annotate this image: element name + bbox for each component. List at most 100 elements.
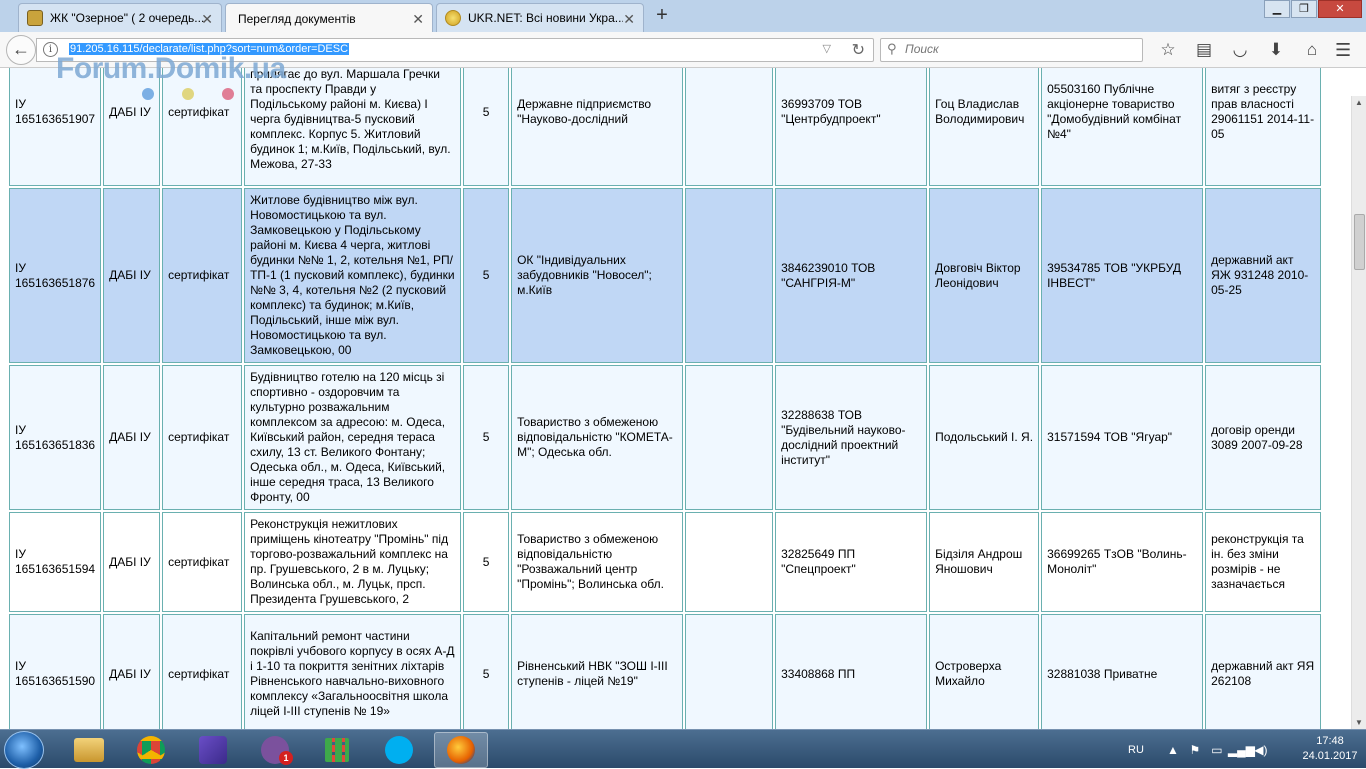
cell-designer: 32288638 ТОВ "Будівельний науково-дослід… [775, 365, 928, 510]
close-tab-icon[interactable]: ✕ [201, 11, 213, 28]
cell-builder: 39534785 ТОВ "УКРБУД ІНВЕСТ" [1041, 188, 1204, 363]
page-content: ІУ 165163651907ДАБІ ІУсертифікатрайоні (… [0, 68, 1351, 729]
cell-authority: ДАБІ ІУ [103, 365, 161, 510]
red-dot-icon [222, 88, 234, 100]
cell-supervisor: Бідзіля Андрош Яношович [929, 512, 1040, 612]
scrollbar-thumb[interactable] [1354, 214, 1365, 270]
cell-land-document: державний акт ЯЯ 262108 [1205, 614, 1322, 729]
documents-table: ІУ 165163651907ДАБІ ІУсертифікатрайоні (… [7, 68, 1323, 729]
cell-land-document: державний акт ЯЖ 931248 2010-05-25 [1205, 188, 1322, 363]
cell-document-id: ІУ 165163651876 [9, 188, 102, 363]
cell-supervisor: Подольський І. Я. [929, 365, 1040, 510]
table-row[interactable]: ІУ 165163651876 ДАБІ ІУ сертифікат Житлове … [9, 188, 1322, 363]
network-signal-icon[interactable]: ▂▄▆ [1228, 743, 1255, 757]
scroll-up-arrow-icon[interactable]: ▲ [1355, 98, 1363, 107]
cell-authority: ДАБІ ІУ [103, 188, 161, 363]
firefox-taskbar-button[interactable] [434, 732, 488, 768]
watermark-logo: Forum.Domik.ua [56, 52, 286, 85]
search-bar[interactable]: ⚲ [880, 38, 1143, 62]
cell-category: 5 [463, 512, 510, 612]
skype-taskbar-button[interactable] [372, 732, 426, 768]
cell-document-id: ІУ 165163651590 [9, 614, 102, 729]
tab-perehliad-dokumentiv[interactable]: Перегляд документів ✕ [225, 3, 433, 33]
cell-category: 5 [463, 614, 510, 729]
close-tab-icon[interactable]: ✕ [412, 11, 424, 28]
cell-land-document: витяг з реєстру прав власності 29061151 … [1205, 68, 1322, 186]
system-clock[interactable]: 17:48 24.01.2017 [1300, 734, 1360, 764]
cell-customer: Товариство з обмеженою відповідальністю … [511, 365, 684, 510]
maximize-button[interactable]: ❐ [1291, 0, 1317, 18]
back-button[interactable]: ← [6, 35, 36, 65]
monitor-icon[interactable]: ▭ [1206, 743, 1228, 757]
volume-icon[interactable]: ◀) [1250, 743, 1272, 757]
chrome-icon [137, 736, 165, 764]
history-dropdown-icon[interactable]: ▽ [823, 42, 831, 55]
cell-document-id: ІУ 165163651836 [9, 365, 102, 510]
search-input[interactable] [905, 42, 1135, 56]
cell-category: 5 [463, 365, 510, 510]
viber-taskbar-button[interactable]: 1 [248, 732, 302, 768]
pocket-icon[interactable]: ◡ [1222, 40, 1258, 60]
menu-icon[interactable]: ☰ [1335, 40, 1351, 61]
cell-designer: 32825649 ПП "Спецпроект" [775, 512, 928, 612]
cell-customer: Товариство з обмеженою відповідальністю … [511, 512, 684, 612]
cell-builder: 05503160 Публічне акціонерне товариство … [1041, 68, 1204, 186]
cell-contractor [685, 68, 774, 186]
apps-taskbar-button[interactable] [310, 732, 364, 768]
watermark-dots [142, 88, 262, 100]
show-hidden-icons-icon[interactable]: ▲ [1162, 743, 1184, 757]
explorer-taskbar-button[interactable] [62, 732, 116, 768]
start-button[interactable] [4, 731, 44, 769]
cell-document-type: сертифікат [162, 512, 243, 612]
language-indicator[interactable]: RU [1128, 744, 1144, 756]
tab-title: ЖК "Озерное" ( 2 очередь... [50, 11, 205, 25]
cell-customer: Державне підприємство "Науково-дослідний [511, 68, 684, 186]
tab-zhk-ozernoe[interactable]: ЖК "Озерное" ( 2 очередь... ✕ [18, 3, 222, 32]
download-icon[interactable]: ⬇ [1258, 40, 1294, 60]
cell-land-document: реконструкція та ін. без зміни розмірів … [1205, 512, 1322, 612]
table-row[interactable]: ІУ 165163651836 ДАБІ ІУ сертифікат Будівниц… [9, 365, 1322, 510]
cell-supervisor: Гоц Владислав Володимирович [929, 68, 1040, 186]
cell-builder: 31571594 ТОВ "Ягуар" [1041, 365, 1204, 510]
table-row[interactable]: ІУ 165163651590 ДАБІ ІУ сертифікат Капіталь… [9, 614, 1322, 729]
reload-icon[interactable]: ↻ [852, 40, 865, 60]
table-row[interactable]: ІУ 165163651594 ДАБІ ІУ сертифікат Реконстр… [9, 512, 1322, 612]
cell-contractor [685, 614, 774, 729]
clock-time: 17:48 [1316, 735, 1344, 747]
bookmark-star-icon[interactable]: ☆ [1150, 40, 1186, 60]
new-tab-button[interactable]: + [650, 4, 674, 28]
home-icon[interactable]: ⌂ [1294, 40, 1330, 60]
cell-customer: Рівненський НВК "ЗОШ І-ІІІ ступенів - лі… [511, 614, 684, 729]
cell-object: Реконструкція нежитлових приміщень кінот… [244, 512, 462, 612]
window-controls: ▁ ❐ ✕ [1263, 0, 1362, 18]
chrome-taskbar-button[interactable] [124, 732, 178, 768]
blue-dot-icon [142, 88, 154, 100]
close-tab-icon[interactable]: ✕ [623, 11, 635, 28]
cell-builder: 36699265 ТзОВ "Волинь-Моноліт" [1041, 512, 1204, 612]
media-taskbar-button[interactable] [186, 732, 240, 768]
cell-designer: 36993709 ТОВ "Центрбудпроект" [775, 68, 928, 186]
tab-title: UKR.NET: Всі новини Укра... [468, 11, 623, 25]
toolbar-icons: ☆ ▤ ◡ ⬇ ⌂ [1150, 40, 1330, 60]
folder-icon [74, 738, 104, 762]
apps-grid-icon [325, 738, 349, 762]
reading-list-icon[interactable]: ▤ [1186, 40, 1222, 60]
scroll-down-arrow-icon[interactable]: ▼ [1355, 718, 1363, 727]
tab-ukr-net[interactable]: UKR.NET: Всі новини Укра... ✕ [436, 3, 644, 32]
close-window-button[interactable]: ✕ [1318, 0, 1362, 18]
firefox-icon [447, 736, 475, 764]
media-player-icon [199, 736, 227, 764]
minimize-button[interactable]: ▁ [1264, 0, 1290, 18]
search-icon: ⚲ [887, 41, 897, 56]
cell-customer: ОК "Індивідуальних забудовників "Новосел… [511, 188, 684, 363]
cell-authority: ДАБІ ІУ [103, 512, 161, 612]
cell-document-type: сертифікат [162, 614, 243, 729]
action-center-flag-icon[interactable]: ⚑ [1184, 743, 1206, 757]
cell-supervisor: Довговіч Віктор Леонідович [929, 188, 1040, 363]
cell-authority: ДАБІ ІУ [103, 614, 161, 729]
cell-contractor [685, 365, 774, 510]
vertical-scrollbar[interactable]: ▲ ▼ [1351, 96, 1366, 729]
notification-badge: 1 [279, 751, 293, 765]
cell-document-type: сертифікат [162, 188, 243, 363]
cell-builder: 32881038 Приватне [1041, 614, 1204, 729]
